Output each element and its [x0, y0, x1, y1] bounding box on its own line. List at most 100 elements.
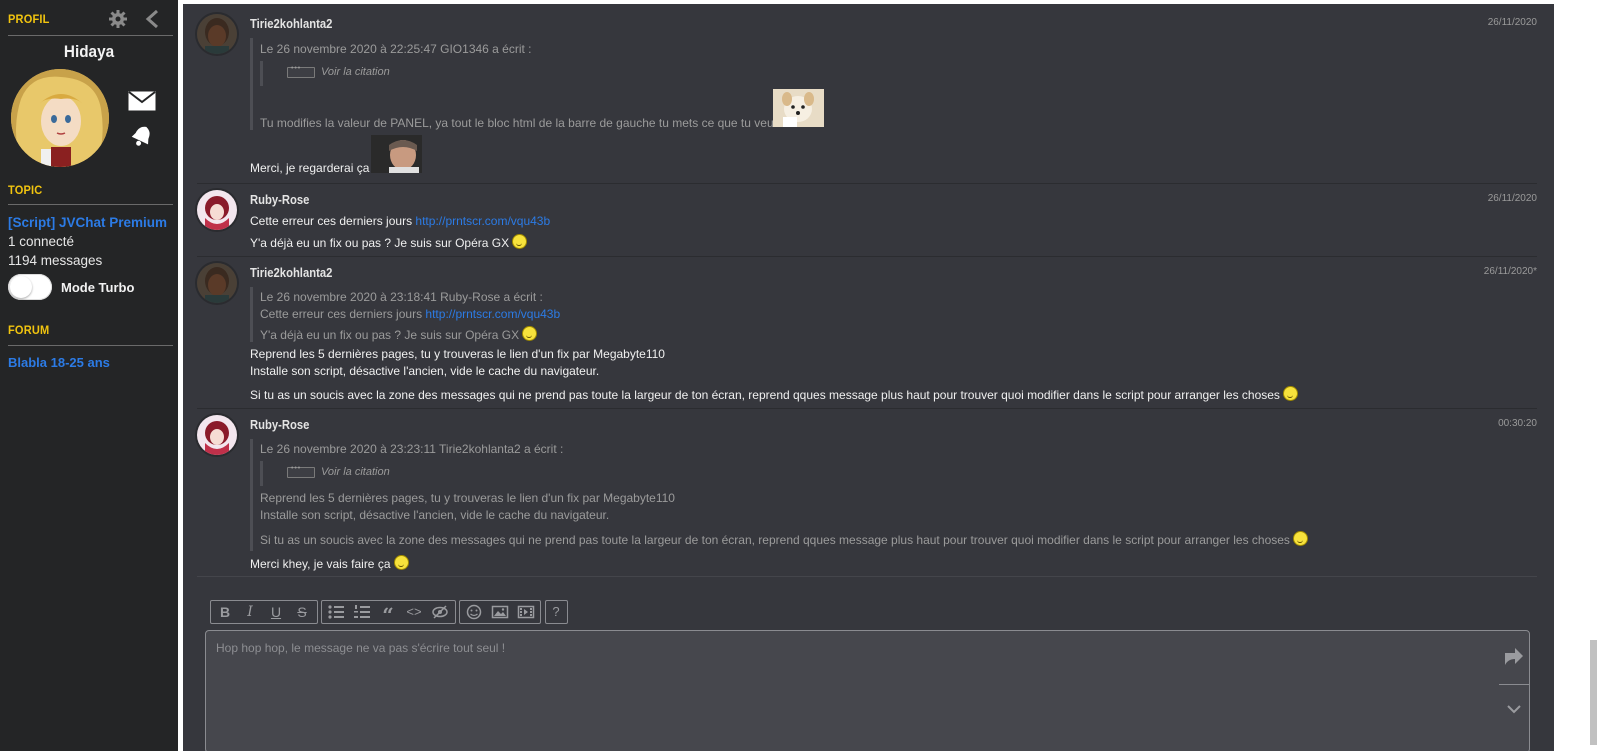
nested-quote [260, 61, 263, 86]
show-citation-button[interactable] [287, 465, 315, 478]
text-format-group: B I U S [210, 600, 318, 624]
quote-text-part: Y'a déjà eu un fix ou pas ? Je suis sur … [260, 328, 520, 342]
quote-header: Le 26 novembre 2020 à 23:23:11 Tirie2koh… [260, 442, 564, 456]
quote-link[interactable]: http://prntscr.com/vqu43b [425, 307, 560, 321]
editor-actions [1499, 631, 1529, 751]
media-group [459, 600, 541, 624]
smiley-icon [1293, 531, 1309, 546]
turbo-toggle[interactable] [8, 274, 52, 300]
smiley-icon[interactable] [465, 604, 483, 620]
avatar[interactable] [197, 263, 237, 303]
chevron-down-icon[interactable] [1506, 703, 1522, 715]
quote-block [250, 287, 253, 342]
profile-title: PROFIL [8, 12, 50, 26]
divider [8, 35, 173, 36]
forum-title: FORUM [8, 323, 50, 337]
message: Tirie2kohlanta2 26/11/2020 Le 26 novembr… [197, 4, 1537, 182]
message-author[interactable]: Ruby-Rose [250, 418, 309, 432]
connected-count: 1 connecté [8, 234, 75, 249]
scrollbar[interactable] [1554, 0, 1599, 751]
sticker-image [371, 135, 422, 173]
message-text: Merci khey, je vais faire ça [250, 557, 391, 571]
divider [8, 204, 173, 205]
quote-block [250, 439, 253, 551]
quote-text: Tu modifies la valeur de PANEL, ya tout … [260, 116, 780, 130]
message-text: Y'a déjà eu un fix ou pas ? Je suis sur … [250, 236, 510, 250]
quote-icon[interactable]: “ [379, 604, 397, 626]
avatar[interactable] [197, 14, 237, 54]
message-body: Merci khey, je vais faire ça [250, 555, 409, 571]
quote-text-part: Cette erreur ces derniers jours [260, 307, 423, 321]
block-format-group: “ <> [321, 600, 456, 626]
show-citation-label[interactable]: Voir la citation [321, 466, 390, 478]
avatar[interactable] [197, 415, 237, 455]
forum-link[interactable]: Blabla 18-25 ans [8, 355, 110, 370]
code-icon[interactable]: <> [405, 604, 423, 620]
message-author[interactable]: Tirie2kohlanta2 [250, 266, 332, 280]
divider [8, 345, 173, 346]
gear-icon[interactable] [108, 9, 128, 29]
quote-header: Le 26 novembre 2020 à 23:18:41 Ruby-Rose… [260, 290, 543, 304]
message-author[interactable]: Tirie2kohlanta2 [250, 17, 332, 31]
italic-button[interactable]: I [241, 604, 259, 620]
message-link[interactable]: http://prntscr.com/vqu43b [415, 214, 550, 228]
message: Ruby-Rose 00:30:20 Le 26 novembre 2020 à… [197, 409, 1537, 574]
quote-text: Cette erreur ces derniers jours http://p… [260, 307, 560, 321]
bell-icon[interactable] [130, 124, 154, 148]
strikethrough-button[interactable]: S [293, 604, 311, 620]
messages-count: 1194 messages [8, 253, 103, 268]
quote-text-part: Si tu as un soucis avec la zone des mess… [260, 533, 1290, 547]
sidebar: PROFIL Hidaya TOPIC [Script] JVChat Prem… [0, 0, 178, 751]
message: Tirie2kohlanta2 26/11/2020* Le 26 novemb… [197, 257, 1537, 407]
quote-text: Y'a déjà eu un fix ou pas ? Je suis sur … [260, 326, 538, 342]
underline-button[interactable]: U [267, 604, 285, 620]
nested-quote [260, 461, 263, 486]
divider [1499, 684, 1529, 685]
divider [197, 576, 1537, 577]
message-date: 00:30:20 [1498, 418, 1537, 429]
message-text: Cette erreur ces derniers jours [250, 214, 413, 228]
turbo-label: Mode Turbo [61, 280, 135, 295]
profile-username: Hidaya [63, 42, 115, 61]
bullet-list-icon[interactable] [327, 604, 345, 620]
send-icon[interactable] [1503, 645, 1525, 667]
quote-text: Reprend les 5 dernières pages, tu y trou… [260, 491, 675, 505]
smiley-icon [522, 326, 538, 341]
quote-header: Le 26 novembre 2020 à 22:25:47 GIO1346 a… [260, 42, 532, 56]
mail-icon[interactable] [128, 91, 156, 111]
message-body: Cette erreur ces derniers jours http://p… [250, 214, 550, 228]
topic-title: TOPIC [8, 183, 43, 197]
messages-panel: Tirie2kohlanta2 26/11/2020 Le 26 novembr… [183, 4, 1554, 751]
numbered-list-icon[interactable] [353, 604, 371, 620]
message-author[interactable]: Ruby-Rose [250, 193, 309, 207]
scrollbar-thumb[interactable] [1590, 640, 1597, 745]
help-button[interactable]: ? [547, 604, 565, 620]
quote-text: Si tu as un soucis avec la zone des mess… [260, 531, 1309, 547]
topic-link[interactable]: [Script] JVChat Premium [8, 215, 167, 230]
message-body: Y'a déjà eu un fix ou pas ? Je suis sur … [250, 234, 528, 250]
spoiler-icon[interactable] [431, 604, 449, 620]
toggle-knob [10, 276, 32, 298]
quote-text: Installe son script, désactive l'ancien,… [260, 508, 610, 522]
message-date: 26/11/2020* [1483, 266, 1537, 277]
smiley-icon [512, 234, 528, 249]
message-body: Installe son script, désactive l'ancien,… [250, 364, 600, 378]
bold-button[interactable]: B [216, 604, 234, 620]
help-group: ? [545, 600, 568, 624]
message-text: Si tu as un soucis avec la zone des mess… [250, 388, 1280, 402]
smiley-icon [1283, 386, 1299, 401]
message-body: Reprend les 5 dernières pages, tu y trou… [250, 347, 665, 361]
message-editor[interactable]: Hop hop hop, le message ne va pas s'écri… [205, 630, 1530, 751]
avatar[interactable] [197, 190, 237, 230]
sticker-image [773, 89, 824, 127]
message-body: Si tu as un soucis avec la zone des mess… [250, 386, 1299, 402]
show-citation-label[interactable]: Voir la citation [321, 66, 390, 78]
video-icon[interactable] [517, 604, 535, 620]
avatar[interactable] [11, 69, 109, 167]
show-citation-button[interactable] [287, 65, 315, 78]
image-icon[interactable] [491, 604, 509, 620]
message-body: Merci, je regarderai ça [250, 161, 370, 175]
chevron-left-icon[interactable] [144, 9, 160, 29]
message-date: 26/11/2020 [1487, 193, 1537, 204]
message: Ruby-Rose 26/11/2020 Cette erreur ces de… [197, 184, 1537, 256]
